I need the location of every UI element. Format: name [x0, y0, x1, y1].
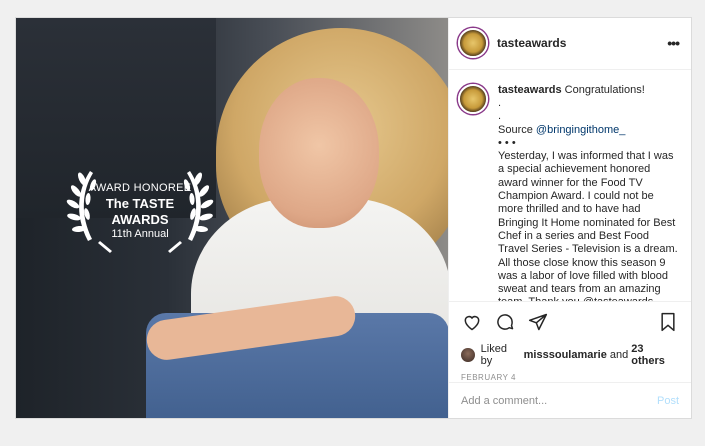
header-username[interactable]: tasteawards — [497, 36, 667, 50]
caption-text: tasteawards Congratulations! . . Source … — [498, 84, 679, 302]
caption-body: Yesterday, I was informed that I was a s… — [498, 150, 678, 301]
likes-prefix: Liked by — [480, 343, 507, 368]
post-image[interactable]: AWARD HONOREE The TASTE AWARDS 11th Annu… — [16, 18, 448, 418]
source-prefix: Source — [498, 123, 536, 136]
caption-first-line: Congratulations! — [564, 83, 645, 96]
action-icons — [461, 310, 679, 334]
comment-input[interactable] — [461, 394, 657, 407]
caption-area: tasteawards Congratulations! . . Source … — [449, 70, 691, 302]
award-line-3: AWARDS — [111, 212, 169, 227]
post-date[interactable]: FEBRUARY 4 — [461, 373, 679, 382]
source-link[interactable]: @bringingithome_ — [536, 124, 625, 136]
comment-icon[interactable] — [494, 311, 516, 333]
post-button[interactable]: Post — [657, 395, 679, 407]
caption-avatar[interactable] — [458, 83, 488, 114]
more-options-icon[interactable]: ••• — [667, 35, 680, 51]
award-line-2: The TASTE — [105, 196, 175, 211]
liker-username[interactable]: misssoulamarie — [524, 349, 607, 361]
likes-and: and — [609, 349, 629, 362]
award-badge: AWARD HONOREE The TASTE AWARDS 11th Annu… — [60, 159, 220, 254]
add-comment-bar: Post — [449, 382, 691, 418]
post-header: tasteawards ••• — [449, 18, 691, 70]
share-icon[interactable] — [527, 311, 549, 333]
caption-separator: • • • — [498, 136, 516, 149]
post-card: AWARD HONOREE The TASTE AWARDS 11th Annu… — [15, 17, 692, 419]
caption-username[interactable]: tasteawards — [498, 84, 562, 96]
actions-bar: Liked by misssoulamarie and 23 others FE… — [449, 301, 691, 382]
profile-avatar[interactable] — [458, 28, 488, 59]
face-shape — [259, 78, 379, 228]
caption-dot-1: . — [498, 96, 502, 109]
award-line-1: AWARD HONOREE — [88, 182, 192, 194]
likes-row: Liked by misssoulamarie and 23 others — [461, 343, 679, 367]
heart-icon[interactable] — [461, 311, 483, 333]
liker-avatar[interactable] — [461, 348, 475, 363]
award-line-4: 11th Annual — [111, 228, 169, 240]
bookmark-icon[interactable] — [657, 311, 679, 333]
likes-others[interactable]: 23 others — [631, 343, 679, 367]
post-sidebar: tasteawards ••• tasteawards Congratulati… — [448, 18, 691, 418]
caption-dot-2: . — [498, 110, 502, 123]
